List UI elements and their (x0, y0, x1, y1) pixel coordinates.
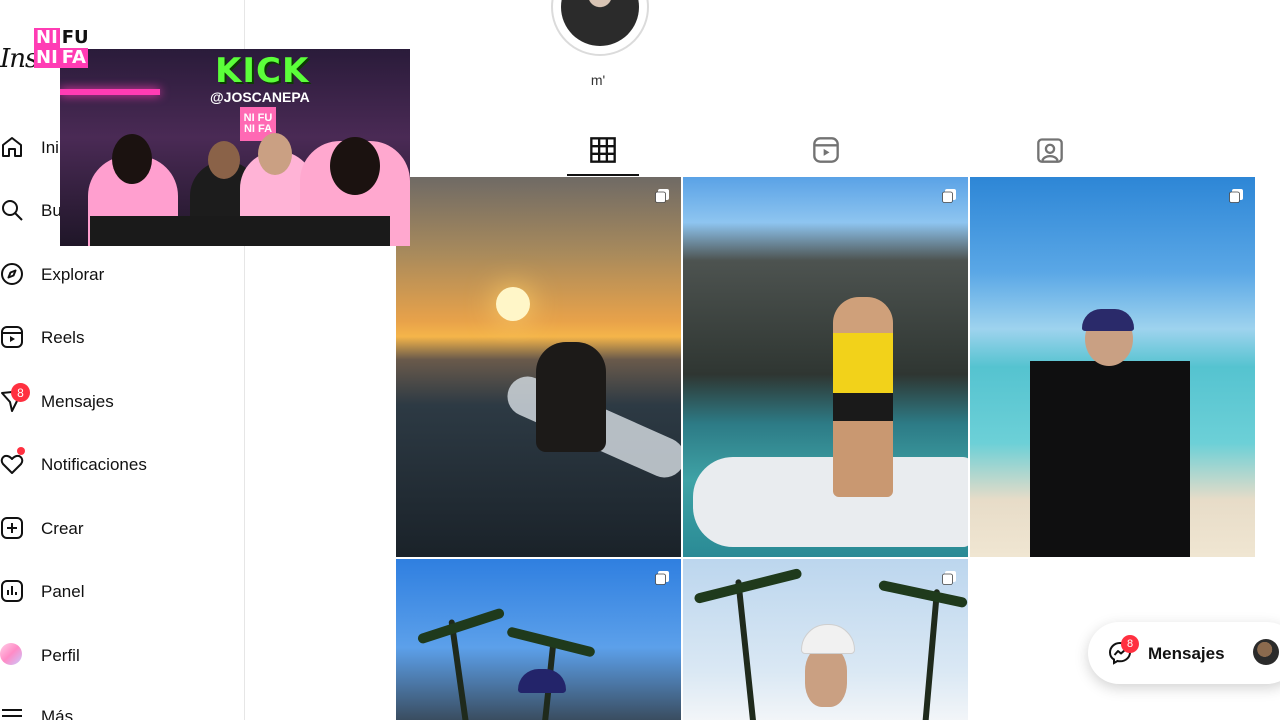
nifu-overlay-logo: NI FU NI FA (34, 28, 92, 78)
sidebar-item-label: Reels (41, 328, 85, 347)
palm-frond (416, 607, 506, 645)
webcam-table (90, 216, 390, 246)
instagram-profile-page: Inst Ini Bu Explorar Reels 8 Mensajes No… (0, 0, 1280, 720)
reels-tab-icon[interactable] (812, 136, 840, 164)
plus-square-icon (1, 517, 23, 539)
carousel-icon (655, 571, 669, 585)
logo-line: NI (34, 27, 60, 48)
webcam-overlay: KICK @JOSCANEPA NI FU NI FA (60, 49, 410, 246)
cap (1082, 309, 1134, 331)
logo-line: FU (59, 27, 91, 48)
heart-icon (0, 454, 24, 474)
jetski (693, 457, 968, 547)
notification-badge: 8 (11, 383, 30, 402)
sidebar-item-label: Explorar (41, 265, 105, 284)
chart-icon (1, 580, 23, 602)
webcam-banner: KICK (215, 51, 310, 91)
streamer-head (112, 134, 152, 184)
home-icon (2, 137, 22, 157)
carousel-icon (655, 189, 669, 203)
sidebar-item-notifications[interactable]: Notificaciones (0, 444, 240, 484)
person-face (805, 647, 847, 707)
messages-pill-label: Mensajes (1148, 644, 1225, 663)
sidebar-item-messages[interactable]: 8 Mensajes (0, 381, 240, 421)
avatar (1253, 639, 1279, 665)
sidebar-item-reels[interactable]: Reels (0, 317, 240, 357)
profile-photo (561, 0, 639, 46)
reels-icon (1, 326, 23, 348)
tagged-icon[interactable] (1036, 136, 1064, 164)
profile-name: m' (590, 72, 606, 88)
menu-icon (2, 709, 22, 717)
search-icon (2, 200, 23, 221)
sidebar-item-label: Ini (41, 138, 59, 157)
sidebar-item-label: Mensajes (41, 392, 114, 411)
logo-line: FA (59, 47, 88, 68)
active-tab-indicator (567, 174, 639, 176)
sidebar-item-more[interactable]: Más (0, 696, 240, 720)
streamer-head (258, 133, 292, 175)
post-thumbnail[interactable] (970, 177, 1255, 557)
carousel-icon (942, 571, 956, 585)
avatar-icon (0, 643, 22, 665)
sidebar-item-label: Notificaciones (41, 455, 147, 474)
carousel-icon (1229, 189, 1243, 203)
compass-icon (1, 263, 23, 285)
person-silhouette (536, 342, 606, 452)
sidebar-item-label: Bu (41, 201, 62, 220)
sidebar-item-label: Panel (41, 582, 85, 601)
palm-trunk (921, 589, 941, 720)
post-thumbnail[interactable] (396, 177, 681, 557)
sidebar-item-label: Más (41, 707, 74, 720)
sidebar-item-label: Crear (41, 519, 84, 538)
neon-light (60, 89, 160, 95)
notification-dot (17, 447, 25, 455)
streamer-head (330, 137, 380, 195)
sidebar-item-create[interactable]: Crear (0, 508, 240, 548)
post-thumbnail[interactable] (683, 177, 968, 557)
notification-badge: 8 (1121, 635, 1139, 653)
post-thumbnail[interactable] (396, 559, 681, 720)
sidebar-item-explore[interactable]: Explorar (0, 254, 240, 294)
logo-line: NI (34, 47, 60, 68)
streamer-head (208, 141, 240, 179)
cap (801, 624, 855, 654)
sun (496, 287, 530, 321)
person (833, 297, 893, 497)
messages-pill[interactable]: 8 Mensajes (1088, 622, 1280, 684)
grid-icon[interactable] (589, 136, 617, 164)
cap (518, 669, 566, 693)
sidebar-item-profile[interactable]: Perfil (0, 635, 240, 675)
carousel-icon (942, 189, 956, 203)
post-thumbnail[interactable] (683, 559, 968, 720)
palm-trunk (735, 579, 757, 720)
profile-avatar[interactable] (551, 0, 649, 56)
webcam-handle: @JOSCANEPA (210, 89, 310, 105)
sidebar-item-dashboard[interactable]: Panel (0, 571, 240, 611)
palm-frond (693, 567, 803, 605)
sidebar-item-label: Perfil (41, 646, 80, 665)
